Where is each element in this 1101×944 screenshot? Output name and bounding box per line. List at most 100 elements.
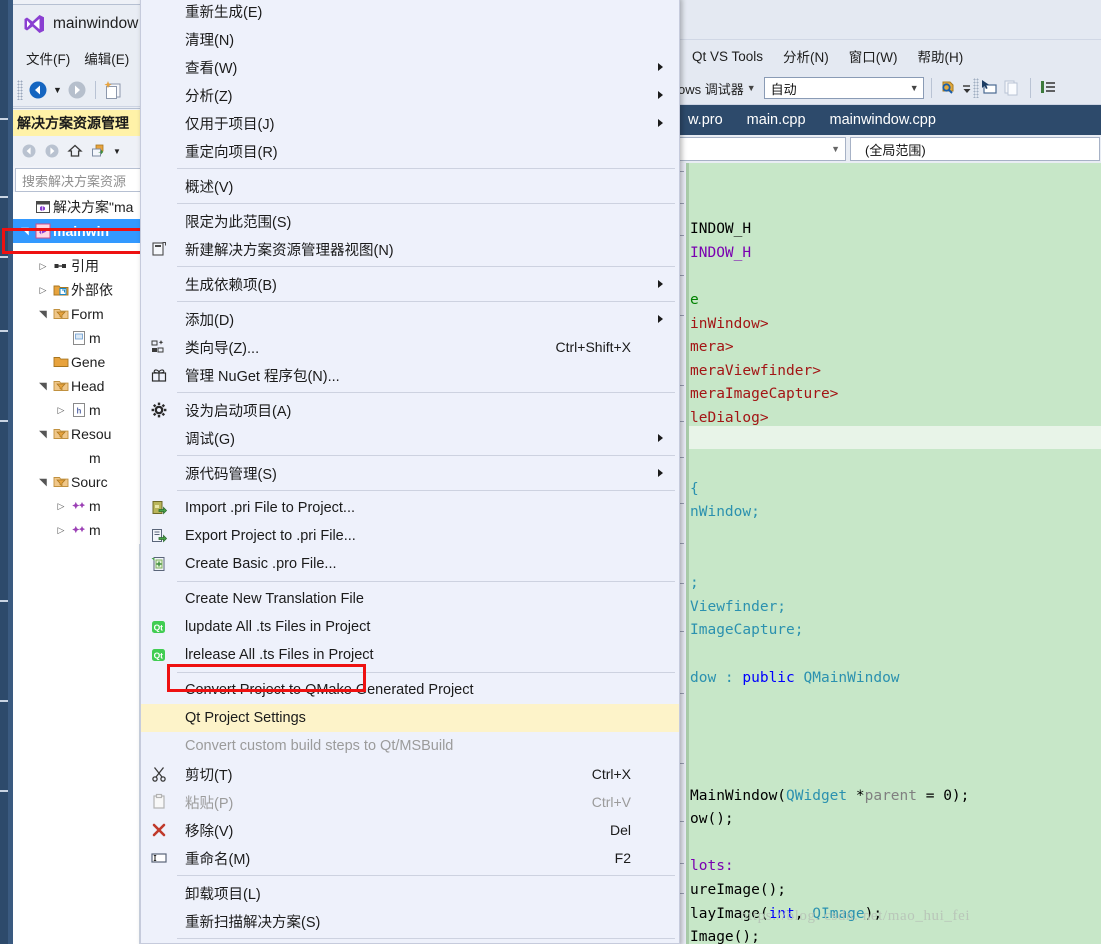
navbar-type-combo[interactable]: ▼ — [676, 137, 846, 161]
editor-tab-strip[interactable]: w.pro main.cpp mainwindow.cpp — [676, 105, 1101, 135]
project-context-menu[interactable]: 重新生成(E) 清理(N) 查看(W) 分析(Z) 仅用于项目(J) 重定向项目(R) 概述… — [140, 0, 680, 944]
menu-item[interactable]: Qt Project Settings — [141, 704, 679, 732]
menu-item-label: Export Project to .pri File... — [185, 528, 356, 544]
menu-item[interactable]: 生成依赖项(B) — [141, 270, 679, 298]
solution-explorer-title: 解决方案资源管理 — [17, 115, 129, 131]
expand-triangle-icon[interactable]: ▷ — [35, 261, 51, 272]
menu-item[interactable]: Qt lupdate All .ts Files in Project — [141, 613, 679, 641]
menu-item[interactable]: 源代码管理(S) — [141, 459, 679, 487]
menu-item[interactable]: Import .pri File to Project... — [141, 494, 679, 522]
menu-item[interactable]: 概述(V) — [141, 172, 679, 200]
indent-icon[interactable] — [1038, 77, 1060, 99]
solution-configuration-combo[interactable]: 自动 ▼ — [763, 77, 924, 99]
tree-item[interactable]: ◢ Sourc — [13, 470, 141, 494]
menu-item[interactable]: Export Project to .pri File... — [141, 522, 679, 550]
navigate-forward-icon[interactable] — [66, 79, 88, 101]
menu-item[interactable]: 重新扫描解决方案(S) — [141, 907, 679, 935]
copy-icon[interactable] — [1001, 77, 1023, 99]
chevron-down-icon[interactable]: ▼ — [747, 83, 756, 93]
menu-item[interactable]: 重命名(M) F2 — [141, 844, 679, 872]
menu-file[interactable]: 文件(F) — [19, 46, 77, 70]
tree-item[interactable]: m — [13, 446, 141, 470]
code-editor[interactable]: INDOW_H INDOW_H e inWindow> mera> meraViewfin… — [676, 163, 1101, 944]
tree-item[interactable]: ◢ Head — [13, 374, 141, 398]
tab-main-cpp[interactable]: main.cpp — [735, 105, 818, 135]
chevron-down-icon[interactable]: ▼ — [831, 144, 840, 154]
menu-item[interactable]: 类向导(Z)... Ctrl+Shift+X — [141, 333, 679, 361]
toolbar-grip[interactable] — [17, 79, 23, 100]
collapse-triangle-icon[interactable]: ◢ — [20, 223, 31, 239]
chevron-down-icon[interactable]: ▼ — [53, 85, 62, 95]
home-icon[interactable] — [67, 143, 83, 159]
tree-item[interactable]: ◢ Resou — [13, 422, 141, 446]
navigate-back-icon[interactable] — [27, 79, 49, 101]
menu-item[interactable]: 仅用于项目(J) — [141, 109, 679, 137]
tab-mainwindow-pro[interactable]: w.pro — [676, 105, 735, 135]
forward-arrow-icon[interactable] — [44, 143, 60, 159]
menu-item[interactable]: 管理 NuGet 程序包(N)... — [141, 361, 679, 389]
tree-item[interactable]: ▷ m — [13, 494, 141, 518]
solution-explorer-header[interactable]: 解决方案资源管理 — [13, 110, 140, 136]
tree-item[interactable]: ▷ 外部依 — [13, 278, 141, 302]
debugger-target-label[interactable]: ows 调试器 — [678, 79, 744, 98]
menu-item[interactable]: Create New Translation File — [141, 585, 679, 613]
menubar-item-window[interactable]: 窗口(W) — [839, 44, 908, 68]
tree-item[interactable]: ◢ Form — [13, 302, 141, 326]
tree-item[interactable]: ▷ m — [13, 518, 141, 542]
tree-item[interactable]: m — [13, 326, 141, 350]
menu-item[interactable]: Qt lrelease All .ts Files in Project — [141, 641, 679, 669]
navbar-member-combo[interactable]: (全局范围) — [850, 137, 1100, 161]
menubar-item-analyze[interactable]: 分析(N) — [773, 44, 839, 68]
shell-toolbar[interactable]: ows 调试器 ▼ 自动 ▼ — [676, 72, 1101, 105]
chevron-down-icon[interactable]: ▼ — [910, 83, 919, 93]
sync-with-active-document-icon[interactable] — [90, 143, 106, 159]
menu-item[interactable]: 剪切(T) Ctrl+X — [141, 760, 679, 788]
tree-item[interactable]: 解决方案"ma — [13, 195, 140, 219]
menu-item[interactable]: 重定向项目(R) — [141, 137, 679, 165]
collapse-triangle-icon[interactable]: ◢ — [38, 474, 49, 490]
vs-window-toolbar[interactable]: ▼ — [13, 73, 140, 107]
menu-item[interactable]: 查看(W) — [141, 53, 679, 81]
menu-item[interactable]: 添加(D) — [141, 305, 679, 333]
tree-item-selected[interactable]: ◢ mainwin — [13, 219, 140, 243]
tree-item[interactable]: ▷ h m — [13, 398, 141, 422]
solution-tree-rest[interactable]: ▷ 引用 ▷ 外部依 ◢ Form m Gene ◢ Head ▷ h m ◢ Resou m ◢ Sourc ▷ m… — [13, 254, 141, 544]
tab-mainwindow-cpp[interactable]: mainwindow.cpp — [818, 105, 948, 135]
menubar-item-help[interactable]: 帮助(H) — [908, 44, 974, 68]
editor-navigation-bar[interactable]: ▼ (全局范围) — [676, 135, 1101, 163]
chevron-down-icon[interactable]: ▼ — [113, 147, 121, 156]
menu-item[interactable]: 新建解决方案资源管理器视图(N) — [141, 235, 679, 263]
menu-item[interactable]: 移除(V) Del — [141, 816, 679, 844]
collapse-triangle-icon[interactable]: ◢ — [38, 378, 49, 394]
menu-item[interactable]: Create Basic .pro File... — [141, 550, 679, 578]
search-icon[interactable] — [939, 77, 961, 99]
collapse-triangle-icon[interactable]: ◢ — [38, 306, 49, 322]
expand-triangle-icon[interactable]: ▷ — [53, 405, 69, 416]
vs-window-menu-bar[interactable]: 文件(F) 编辑(E) — [13, 43, 140, 73]
shell-menu-bar[interactable]: Qt VS Tools 分析(N) 窗口(W) 帮助(H) — [676, 40, 1101, 72]
expand-triangle-icon[interactable]: ▷ — [35, 285, 51, 296]
menu-item[interactable]: 卸载项目(L) — [141, 879, 679, 907]
search-input[interactable]: 搜索解决方案资源 — [15, 168, 141, 192]
new-item-icon[interactable] — [103, 79, 125, 101]
menu-item[interactable]: 重新生成(E) — [141, 0, 679, 25]
menu-item[interactable]: 分析(Z) — [141, 81, 679, 109]
tree-item[interactable]: Gene — [13, 350, 141, 374]
collapse-triangle-icon[interactable]: ◢ — [38, 426, 49, 442]
menu-edit[interactable]: 编辑(E) — [77, 46, 136, 70]
expand-triangle-icon[interactable]: ▷ — [53, 501, 69, 512]
tree-item[interactable]: ▷ 引用 — [13, 254, 141, 278]
solution-explorer-toolbar[interactable]: ▼ — [13, 136, 140, 166]
back-arrow-icon[interactable] — [21, 143, 37, 159]
pointer-select-icon[interactable] — [979, 77, 1001, 99]
menu-item[interactable]: 调试(G) — [141, 424, 679, 452]
expand-triangle-icon[interactable]: ▷ — [53, 525, 69, 536]
menu-item[interactable]: 清理(N) — [141, 25, 679, 53]
menu-item[interactable]: Convert Project to QMake Generated Proje… — [141, 676, 679, 704]
overflow-chevron-icon[interactable] — [961, 77, 973, 99]
menu-separator — [177, 938, 675, 939]
menu-item[interactable]: 限定为此范围(S) — [141, 207, 679, 235]
menubar-item-qt-vs-tools[interactable]: Qt VS Tools — [682, 47, 773, 66]
menu-item[interactable]: 设为启动项目(A) — [141, 396, 679, 424]
menu-item-label: 清理(N) — [185, 32, 235, 49]
